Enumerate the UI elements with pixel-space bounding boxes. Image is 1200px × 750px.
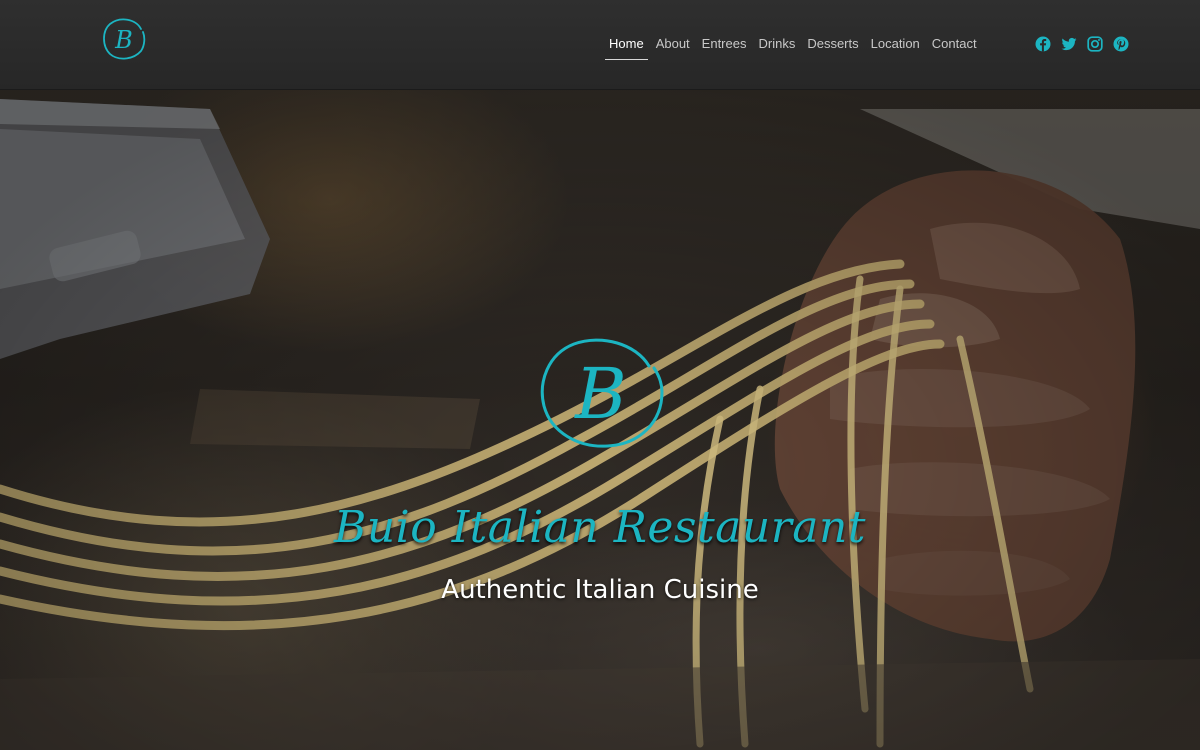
brand-logo-letter: B [114, 26, 133, 54]
nav-about[interactable]: About [650, 28, 696, 60]
social-links [1035, 36, 1129, 52]
pinterest-icon[interactable] [1113, 36, 1129, 52]
nav-location[interactable]: Location [865, 28, 926, 60]
hero-subtitle: Authentic Italian Cuisine [441, 575, 759, 605]
nav-drinks[interactable]: Drinks [752, 28, 801, 60]
twitter-icon[interactable] [1061, 36, 1077, 52]
hero-logo-letter: B [573, 353, 626, 435]
nav-entrees[interactable]: Entrees [696, 28, 753, 60]
top-navbar: B Home About Entrees Drinks Desserts Loc… [0, 0, 1200, 90]
nav-desserts[interactable]: Desserts [801, 28, 864, 60]
brand-logo[interactable]: B [101, 16, 147, 62]
hero-logo: B [540, 338, 664, 448]
nav-home[interactable]: Home [603, 28, 650, 60]
main-nav: Home About Entrees Drinks Desserts Locat… [603, 28, 983, 64]
nav-contact[interactable]: Contact [926, 28, 983, 60]
instagram-icon[interactable] [1087, 36, 1103, 52]
hero-section: B Buio Italian Restaurant Authentic Ital… [0, 89, 1200, 750]
hero-title: Buio Italian Restaurant [333, 502, 866, 553]
facebook-icon[interactable] [1035, 36, 1051, 52]
